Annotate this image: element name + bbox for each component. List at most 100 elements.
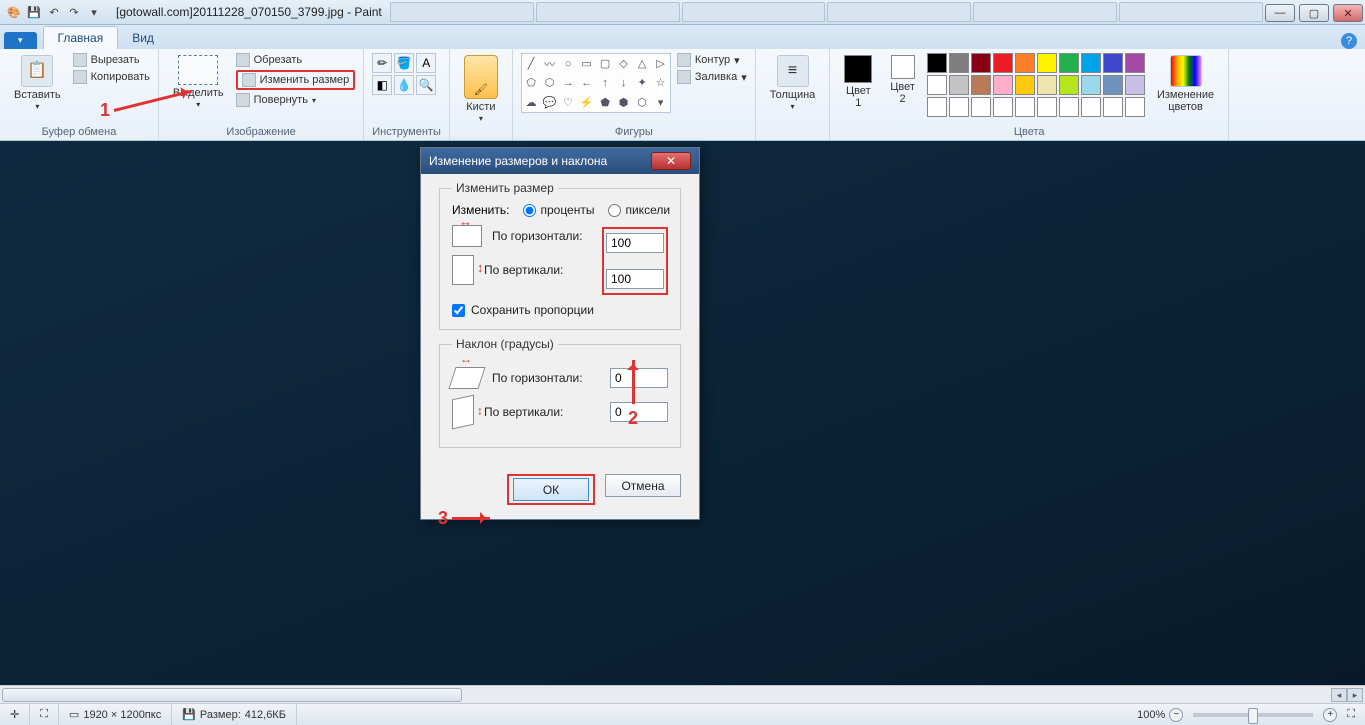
paste-button[interactable]: 📋 Вставить ▾	[8, 53, 67, 114]
dialog-close-button[interactable]: ✕	[651, 152, 691, 170]
color-swatch[interactable]	[1015, 97, 1035, 117]
image-dims-cell: ▭ 1920 × 1200пкс	[59, 704, 172, 725]
color2-swatch	[891, 55, 915, 79]
text-tool[interactable]: A	[416, 53, 436, 73]
color-swatch[interactable]	[1081, 53, 1101, 73]
color-swatch[interactable]	[1081, 97, 1101, 117]
color-swatch[interactable]	[993, 75, 1013, 95]
rotate-button[interactable]: Повернуть ▾	[236, 93, 356, 107]
cut-button[interactable]: Вырезать	[73, 53, 150, 67]
percent-radio-input[interactable]	[523, 204, 536, 217]
maximize-button[interactable]: ▢	[1299, 4, 1329, 22]
bg-tab	[682, 2, 826, 22]
close-button[interactable]: ✕	[1333, 4, 1363, 22]
color-swatch[interactable]	[927, 97, 947, 117]
color-swatch[interactable]	[1059, 97, 1079, 117]
resize-button[interactable]: Изменить размер	[236, 70, 356, 90]
color-swatch[interactable]	[1059, 53, 1079, 73]
color1-button[interactable]: Цвет 1	[838, 53, 878, 111]
zoom-tool[interactable]: 🔍	[416, 75, 436, 95]
eraser-tool[interactable]: ◧	[372, 75, 392, 95]
brush-button[interactable]: 🖌 Кисти ▾	[458, 53, 504, 126]
pixels-radio-input[interactable]	[608, 204, 621, 217]
color-swatch[interactable]	[1015, 75, 1035, 95]
shapes-gallery[interactable]: ╱〰○▭▢◇△▷ ⬠⬡→←↑↓✦☆ ☁💬♡⚡⬟⬢⬡▾	[521, 53, 671, 113]
color-swatch[interactable]	[1081, 75, 1101, 95]
save-icon[interactable]: 💾	[26, 4, 42, 20]
color-palette[interactable]	[927, 53, 1145, 117]
edit-colors-button[interactable]: Изменение цветов	[1151, 53, 1220, 115]
zoom-in-button[interactable]: +	[1323, 708, 1337, 722]
cancel-button[interactable]: Отмена	[605, 474, 681, 497]
color2-button[interactable]: Цвет 2	[884, 53, 921, 107]
scroll-right-icon[interactable]: ▸	[1347, 688, 1363, 702]
color-swatch[interactable]	[1103, 97, 1123, 117]
annotation-1: 1	[100, 100, 194, 121]
file-menu-button[interactable]	[4, 32, 37, 49]
horizontal-scrollbar[interactable]: ◂ ▸	[0, 685, 1365, 703]
bg-tab	[973, 2, 1117, 22]
color-swatch[interactable]	[1125, 75, 1145, 95]
color-swatch[interactable]	[1125, 53, 1145, 73]
fill-button[interactable]: Заливка ▾	[677, 70, 747, 84]
crop-label: Обрезать	[254, 54, 303, 66]
group-label	[458, 136, 504, 138]
group-label: Цвета	[838, 124, 1220, 138]
thickness-button[interactable]: ≡ Толщина ▾	[764, 53, 822, 114]
picker-tool[interactable]: 💧	[394, 75, 414, 95]
pixels-radio[interactable]: пиксели	[608, 203, 670, 217]
color-swatch[interactable]	[927, 53, 947, 73]
color-swatch[interactable]	[993, 53, 1013, 73]
color-swatch[interactable]	[1125, 97, 1145, 117]
pencil-tool[interactable]: ✏	[372, 53, 392, 73]
color-swatch[interactable]	[1059, 75, 1079, 95]
outline-button[interactable]: Контур ▾	[677, 53, 747, 67]
color-swatch[interactable]	[949, 75, 969, 95]
qat-dropdown-icon[interactable]: ▾	[86, 4, 102, 20]
help-icon[interactable]: ?	[1341, 33, 1357, 49]
copy-button[interactable]: Копировать	[73, 70, 150, 84]
horizontal-input[interactable]	[606, 233, 664, 253]
color-swatch[interactable]	[949, 97, 969, 117]
color-swatch[interactable]	[971, 75, 991, 95]
color-swatch[interactable]	[1015, 53, 1035, 73]
tab-home[interactable]: Главная	[43, 26, 119, 49]
vertical-input[interactable]	[606, 269, 664, 289]
skew-vertical-input[interactable]	[610, 402, 668, 422]
zoom-slider[interactable]	[1193, 713, 1313, 717]
color1-swatch	[844, 55, 872, 83]
color-swatch[interactable]	[1037, 75, 1057, 95]
percent-radio[interactable]: проценты	[523, 203, 594, 217]
color-swatch[interactable]	[993, 97, 1013, 117]
color-swatch[interactable]	[1037, 97, 1057, 117]
browser-tabs-background	[390, 2, 1263, 22]
thickness-label: Толщина	[770, 89, 816, 101]
color-swatch[interactable]	[1103, 53, 1123, 73]
color-swatch[interactable]	[949, 53, 969, 73]
group-label: Инструменты	[372, 124, 441, 138]
copy-icon	[73, 70, 87, 84]
color-swatch[interactable]	[927, 75, 947, 95]
scroll-left-icon[interactable]: ◂	[1331, 688, 1347, 702]
cursor-pos-cell: ✛	[0, 704, 30, 725]
zoom-out-button[interactable]: −	[1169, 708, 1183, 722]
undo-icon[interactable]: ↶	[46, 4, 62, 20]
fill-tool[interactable]: 🪣	[394, 53, 414, 73]
minimize-button[interactable]: —	[1265, 4, 1295, 22]
redo-icon[interactable]: ↷	[66, 4, 82, 20]
color-swatch[interactable]	[1037, 53, 1057, 73]
ok-button[interactable]: ОК	[513, 478, 589, 501]
scrollbar-thumb[interactable]	[2, 688, 462, 702]
group-colors: Цвет 1 Цвет 2 Изменение цветов Цвета	[830, 49, 1229, 140]
dialog-titlebar[interactable]: Изменение размеров и наклона ✕	[421, 148, 699, 174]
skew-horizontal-input[interactable]	[610, 368, 668, 388]
tab-view[interactable]: Вид	[118, 27, 168, 49]
fullscreen-icon[interactable]: ⛶	[1347, 708, 1355, 721]
keep-ratio-checkbox[interactable]	[452, 304, 465, 317]
tools-grid: ✏ 🪣 A ◧ 💧 🔍	[372, 53, 436, 95]
annotation-2: 2	[628, 360, 638, 429]
crop-button[interactable]: Обрезать	[236, 53, 356, 67]
color-swatch[interactable]	[1103, 75, 1123, 95]
color-swatch[interactable]	[971, 53, 991, 73]
color-swatch[interactable]	[971, 97, 991, 117]
